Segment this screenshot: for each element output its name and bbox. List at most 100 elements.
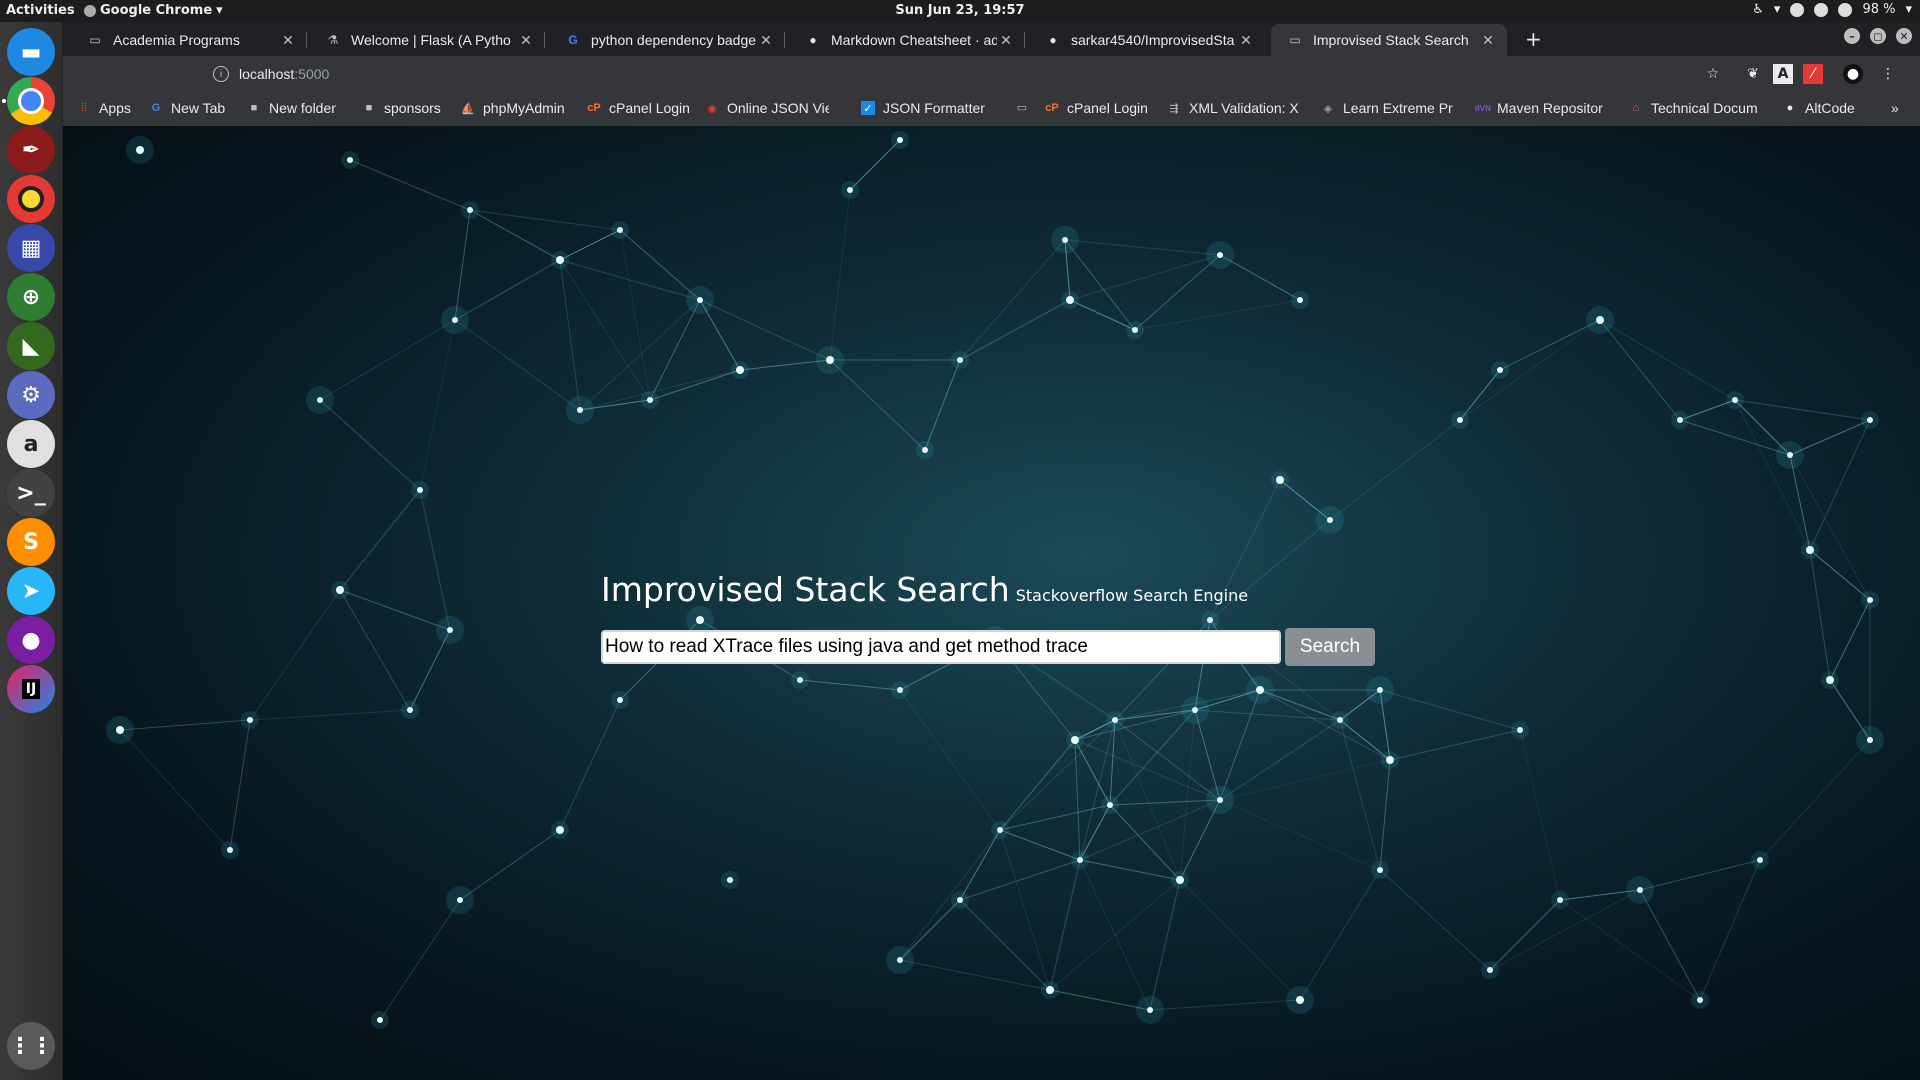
- network-node: [467, 207, 473, 213]
- network-node: [1497, 367, 1503, 373]
- extension-icon[interactable]: ❦: [1743, 64, 1763, 84]
- bookmark-cpanel-login-2[interactable]: cP cPanel Login: [1045, 100, 1148, 116]
- bookmark-blank-page[interactable]: ▭: [1015, 100, 1037, 114]
- app-grid-icon[interactable]: ▦: [7, 224, 55, 272]
- bookmark-new-folder[interactable]: ■ New folder: [247, 100, 336, 116]
- app-menu-label: Google Chrome: [100, 3, 213, 18]
- network-edge: [419, 319, 456, 491]
- amazon-icon[interactable]: a: [7, 420, 55, 468]
- search-button[interactable]: Search: [1285, 628, 1375, 666]
- bookmark-cpanel-login[interactable]: cP cPanel Login: [587, 100, 690, 116]
- close-icon[interactable]: ✕: [1237, 32, 1255, 49]
- tab-flask-welcome[interactable]: ⚗ Welcome | Flask (A Pytho ✕: [309, 24, 545, 56]
- bookmark-technical-docs[interactable]: ⌂ Technical Docum: [1629, 100, 1763, 116]
- battery-icon[interactable]: [1838, 2, 1853, 17]
- bookmark-label: Apps: [99, 100, 131, 116]
- network-edge: [619, 229, 651, 401]
- pdf-extension-icon[interactable]: ⁄: [1803, 64, 1823, 84]
- network-edge: [459, 829, 561, 901]
- bookmark-apps[interactable]: ⁞⁞ Apps: [77, 100, 131, 116]
- pidgin-icon[interactable]: ●: [7, 616, 55, 664]
- sublime-icon[interactable]: S: [7, 518, 55, 566]
- volume-icon[interactable]: [1814, 2, 1829, 17]
- network-node: [1732, 397, 1738, 403]
- app-menu[interactable]: Google Chrome ▾: [84, 3, 223, 18]
- bookmark-altcode[interactable]: ● AltCode: [1783, 100, 1855, 116]
- gedit-icon[interactable]: ◣: [7, 322, 55, 370]
- bookmark-label: Online JSON Vie: [727, 100, 829, 116]
- network-edge: [1134, 254, 1221, 331]
- clock[interactable]: Sun Jun 23, 19:57: [0, 3, 1920, 18]
- help-icon[interactable]: ⊕: [7, 273, 55, 321]
- tab-python-dependency-badge[interactable]: G python dependency badge ✕: [549, 24, 785, 56]
- tab-label: sarkar4540/ImprovisedSta: [1071, 32, 1235, 48]
- chrome-icon[interactable]: [7, 77, 55, 125]
- bookmark-new-tab[interactable]: G New Tab: [149, 100, 226, 116]
- inkscape-icon[interactable]: ✒: [7, 126, 55, 174]
- bookmark-label: AltCode: [1805, 100, 1855, 116]
- network-node: [1757, 857, 1763, 863]
- network-edge: [1219, 719, 1341, 801]
- tab-academia-programs[interactable]: ▭ Academia Programs ✕: [71, 24, 307, 56]
- network-edge: [1389, 729, 1521, 761]
- page-icon: ▭: [1289, 33, 1301, 47]
- network-node: [556, 826, 564, 834]
- json-viewer-icon: ◉: [707, 102, 717, 115]
- show-apps-icon[interactable]: ⋮⋮: [7, 1022, 55, 1070]
- profile-avatar[interactable]: ●: [1843, 64, 1863, 84]
- network-edge: [1699, 859, 1761, 1001]
- star-icon[interactable]: ☆: [1703, 64, 1723, 84]
- tab-improvised-stack-search[interactable]: ▭ Improvised Stack Search ✕: [1271, 24, 1507, 56]
- browser-chrome: ▭ Academia Programs ✕ ⚗ Welcome | Flask …: [63, 22, 1920, 127]
- rhythmbox-icon[interactable]: [7, 175, 55, 223]
- intellij-icon[interactable]: IJ: [7, 665, 55, 713]
- tab-github-repo[interactable]: ● sarkar4540/ImprovisedSta ✕: [1029, 24, 1265, 56]
- bookmark-maven-repository[interactable]: MVN Maven Repositor: [1475, 100, 1609, 116]
- bookmark-xml-validation[interactable]: ⇶ XML Validation: X: [1167, 100, 1301, 116]
- network-node: [1176, 876, 1184, 884]
- network-edge: [999, 829, 1051, 991]
- bookmark-online-json-viewer[interactable]: ◉ Online JSON Vie: [705, 100, 829, 116]
- info-icon[interactable]: i: [213, 66, 229, 82]
- search-hero: Improvised Stack Search Stackoverflow Se…: [601, 570, 1401, 666]
- close-icon[interactable]: ✕: [279, 32, 297, 49]
- bookmark-phpmyadmin[interactable]: ⛵ phpMyAdmin: [461, 100, 565, 116]
- network-icon[interactable]: [1790, 2, 1805, 17]
- bookmark-learn-extreme[interactable]: ◈ Learn Extreme Pr: [1321, 100, 1457, 116]
- network-edge: [649, 299, 701, 401]
- font-extension-icon[interactable]: A: [1773, 64, 1793, 84]
- close-icon[interactable]: ✕: [997, 32, 1015, 49]
- minimize-icon[interactable]: –: [1844, 28, 1860, 44]
- files-icon[interactable]: ▬: [7, 28, 55, 76]
- network-edge: [339, 589, 451, 631]
- search-input[interactable]: [601, 630, 1281, 664]
- bookmarks-bar: ⁞⁞ Apps G New Tab ■ New folder ■ sponsors ⛵ p…: [63, 92, 1920, 127]
- chevron-down-icon: ▾: [1773, 2, 1781, 17]
- address-bar[interactable]: i localhost :5000: [63, 60, 1703, 88]
- system-tray[interactable]: ♿ ▾ 98 % ▾: [1752, 2, 1912, 17]
- network-node: [116, 726, 124, 734]
- network-edge: [579, 369, 741, 411]
- settings-icon[interactable]: ⚙: [7, 371, 55, 419]
- network-edge: [379, 899, 461, 1021]
- close-icon[interactable]: ✕: [517, 32, 535, 49]
- accessibility-icon[interactable]: ♿: [1752, 2, 1764, 17]
- bookmarks-overflow-icon[interactable]: »: [1891, 100, 1899, 116]
- bookmark-json-formatter[interactable]: ✓ JSON Formatter: [861, 100, 991, 116]
- phpmyadmin-icon: ⛵: [461, 102, 475, 115]
- tab-markdown-cheatsheet[interactable]: ● Markdown Cheatsheet · ad ✕: [789, 24, 1025, 56]
- close-window-icon[interactable]: ✕: [1896, 28, 1912, 44]
- network-edge: [1809, 549, 1831, 681]
- telegram-icon[interactable]: ➤: [7, 567, 55, 615]
- network-edge: [469, 209, 561, 261]
- maximize-icon[interactable]: ◻: [1870, 28, 1886, 44]
- close-icon[interactable]: ✕: [1479, 32, 1497, 49]
- close-icon[interactable]: ✕: [757, 32, 775, 49]
- activities-button[interactable]: Activities: [6, 3, 75, 18]
- new-tab-button[interactable]: +: [1525, 27, 1542, 51]
- network-node: [736, 366, 744, 374]
- terminal-icon[interactable]: >_: [7, 469, 55, 517]
- network-edge: [454, 259, 561, 321]
- bookmark-sponsors[interactable]: ■ sponsors: [362, 100, 441, 116]
- menu-kebab-icon[interactable]: ⋮: [1878, 64, 1898, 84]
